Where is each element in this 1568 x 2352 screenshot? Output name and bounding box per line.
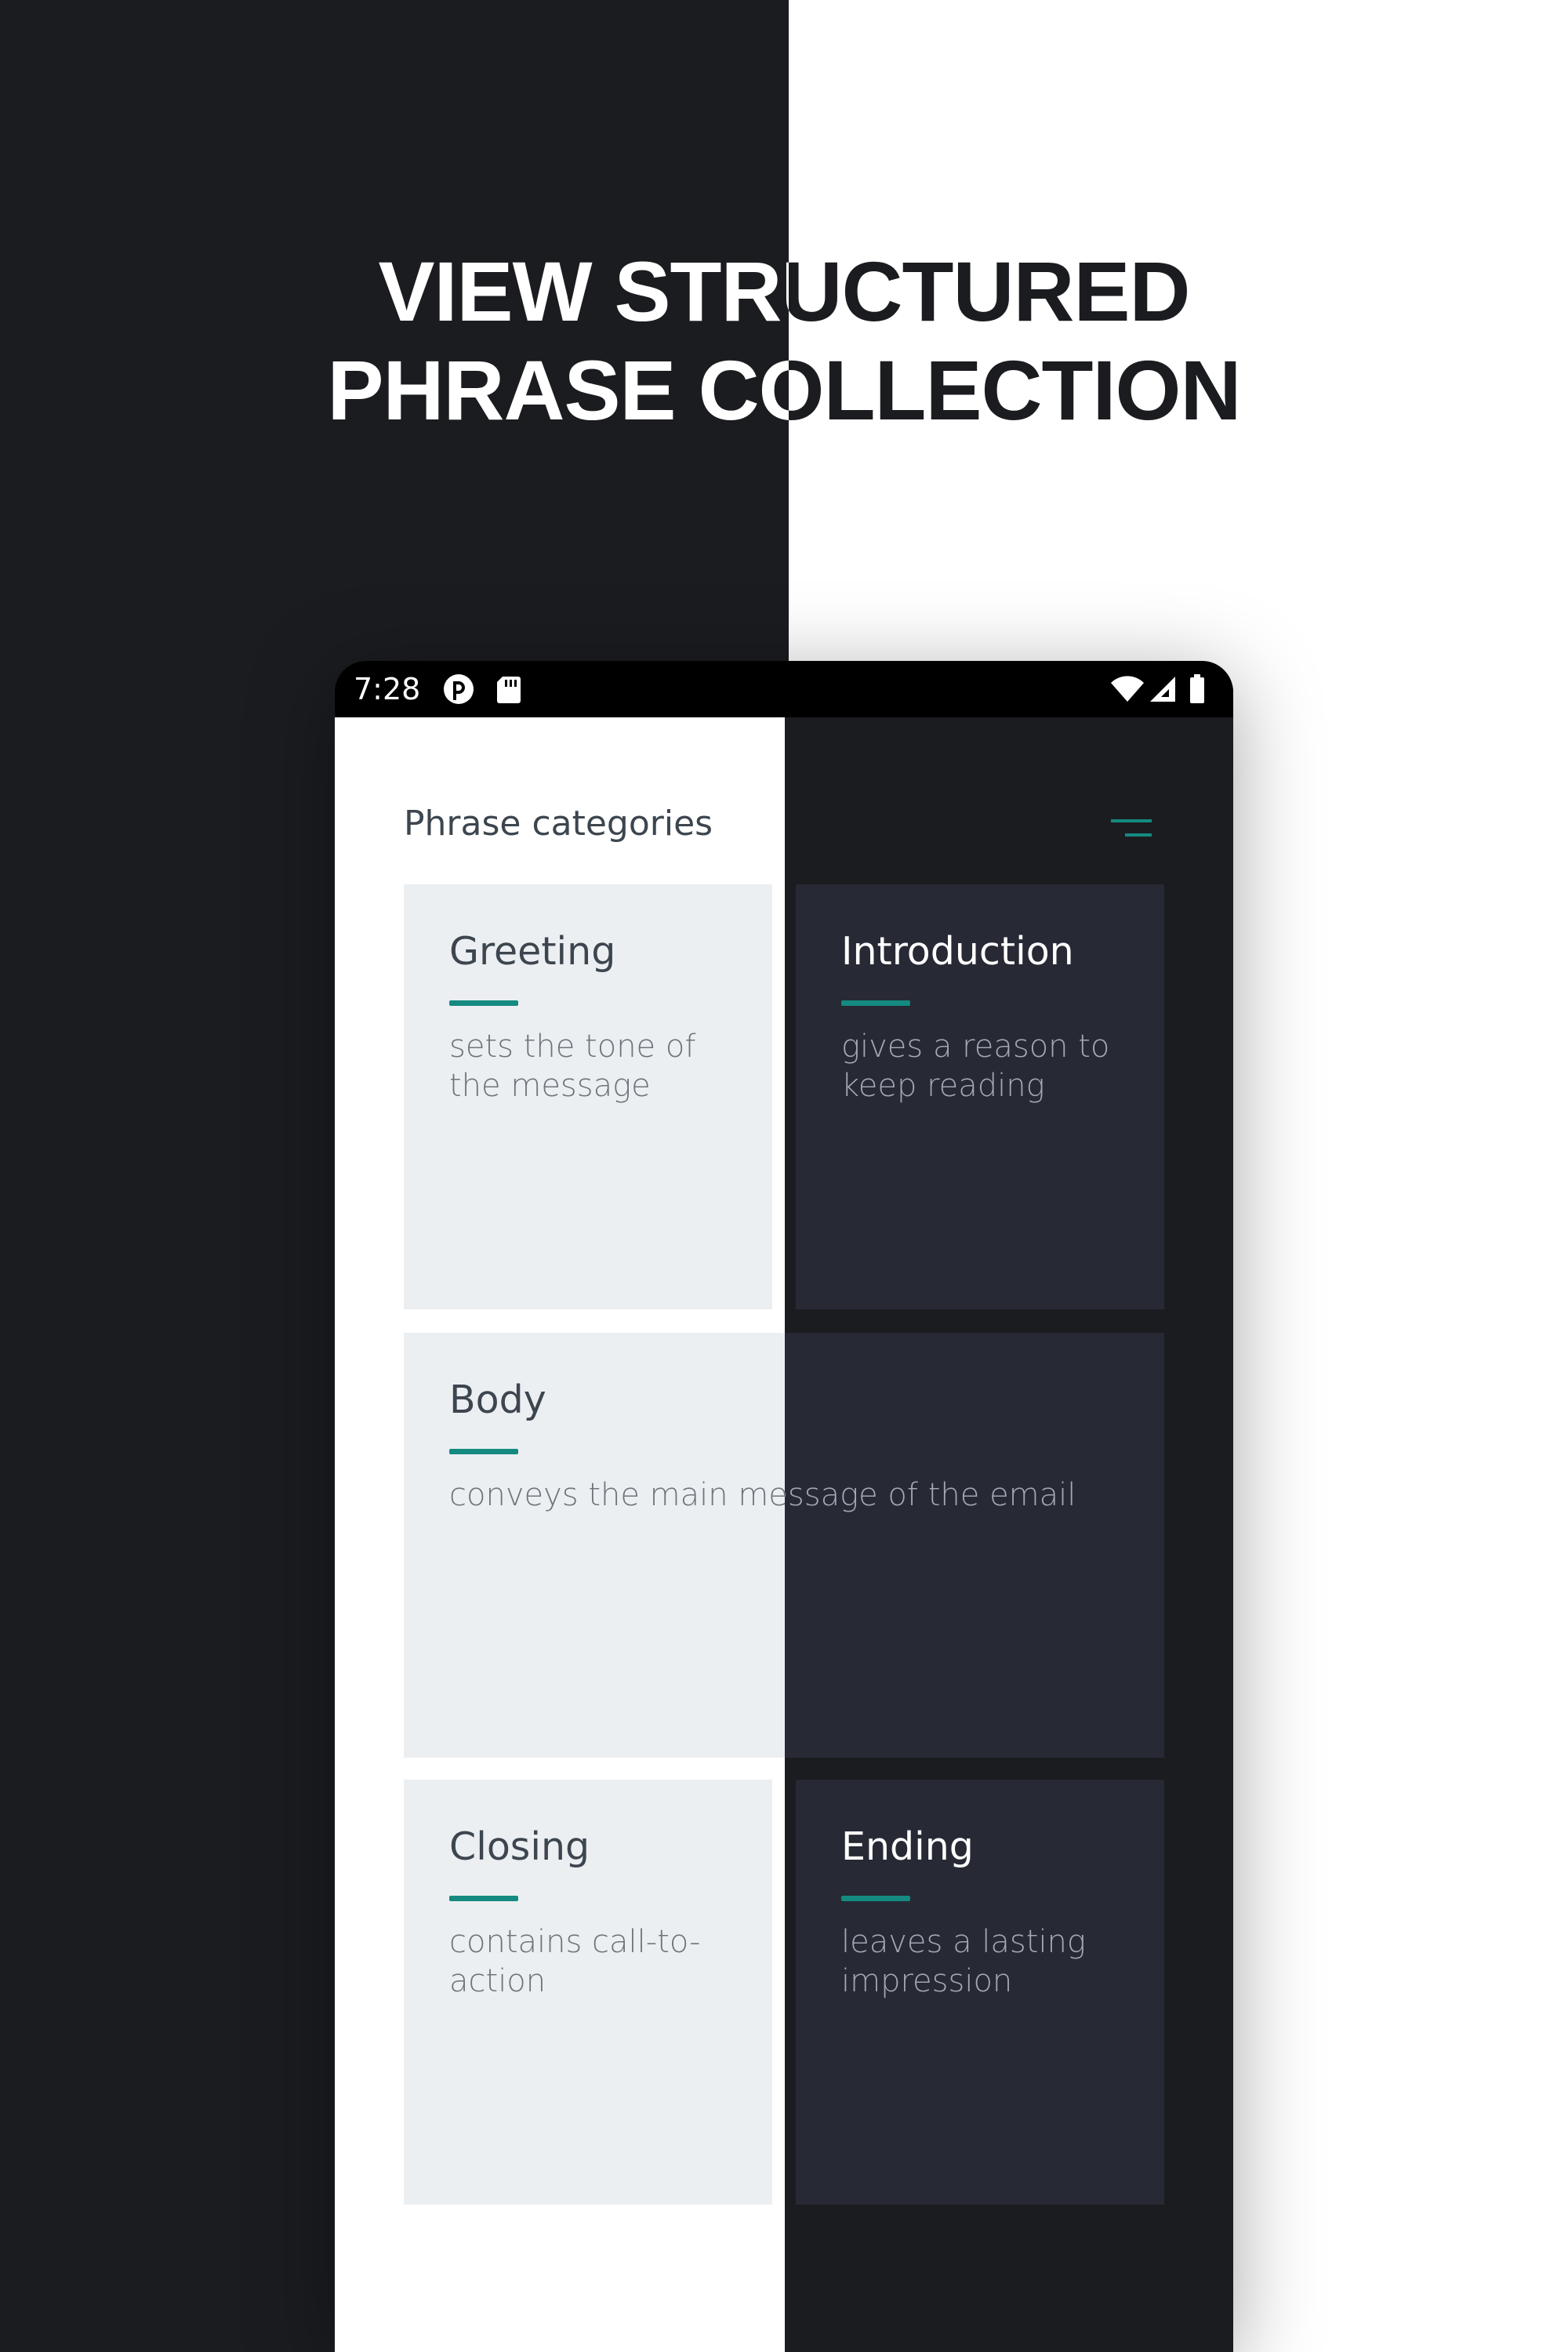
accent-bar (449, 1449, 518, 1454)
card-title: Greeting (449, 929, 616, 974)
category-card-ending[interactable]: Ending leaves a lasting impression (796, 1780, 1164, 2205)
menu-icon[interactable] (1108, 813, 1155, 844)
accent-bar (449, 1000, 518, 1006)
accent-bar (841, 1000, 910, 1006)
category-card-closing[interactable]: Closing contains call-to-action (404, 1780, 772, 2205)
card-title: Body (449, 1377, 546, 1422)
card-description: contains call-to-action (449, 1924, 701, 1999)
app-notification-icon (444, 674, 474, 704)
card-description: leaves a lasting impression (841, 1924, 1086, 1999)
page-title: Phrase categories (404, 804, 713, 844)
headline: VIEW STRUCTURED PHRASE COLLECTION VIEW S… (0, 0, 1568, 470)
card-title: Closing (449, 1824, 590, 1869)
card-description: gives a reason to keep reading (841, 1029, 1110, 1104)
accent-bar (449, 1896, 518, 1901)
category-card-introduction[interactable]: Introduction gives a reason to keep read… (796, 884, 1164, 1309)
card-title: Introduction (841, 929, 1074, 974)
category-card-body[interactable]: Body conveys the main message of the ema… (404, 1333, 1164, 1758)
accent-bar (841, 1896, 910, 1901)
cellular-signal-icon (1150, 677, 1175, 702)
sd-card-icon (497, 677, 521, 703)
card-description: sets the tone of the message (449, 1029, 696, 1104)
status-time: 7:28 (354, 672, 421, 706)
wifi-icon (1111, 676, 1144, 702)
battery-icon (1190, 674, 1204, 703)
card-title: Ending (841, 1824, 974, 1869)
category-card-greeting[interactable]: Greeting sets the tone of the message (404, 884, 772, 1309)
status-bar: 7:28 (335, 661, 1233, 717)
